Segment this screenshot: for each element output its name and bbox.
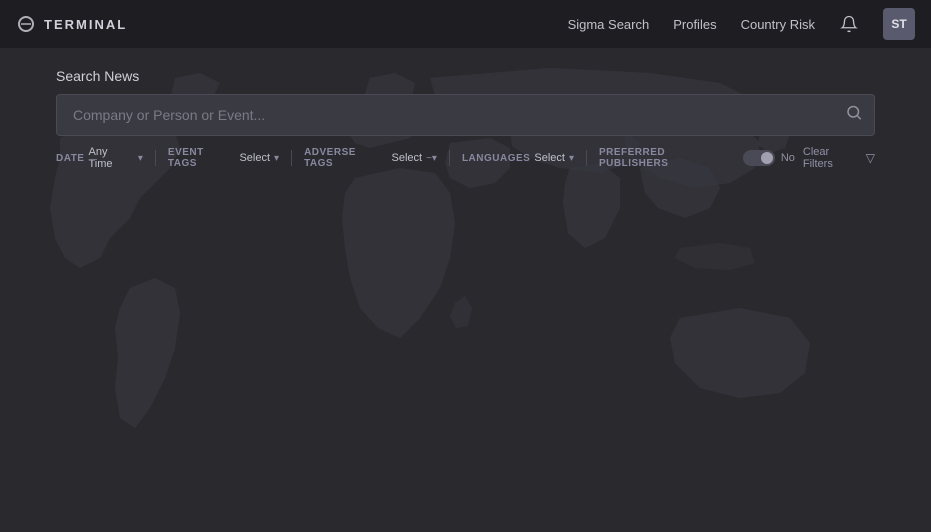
- toggle-knob: [761, 152, 773, 164]
- adverse-tags-filter[interactable]: ADVERSE TAGS Select ~▾: [304, 147, 437, 169]
- clear-filters-icon: ▽: [866, 151, 875, 165]
- nav-sigma-search[interactable]: Sigma Search: [568, 17, 650, 32]
- filter-sep-1: [155, 150, 156, 166]
- date-label: DATE: [56, 153, 84, 164]
- preferred-publishers-toggle[interactable]: [743, 150, 775, 166]
- search-title: Search News: [56, 68, 875, 84]
- navbar-left: TERMINAL: [16, 14, 127, 34]
- filter-sep-4: [586, 150, 587, 166]
- search-bar-wrapper: [56, 94, 875, 136]
- languages-filter[interactable]: LANGUAGES Select ▾: [462, 152, 574, 164]
- preferred-publishers-filter[interactable]: PREFERRED PUBLISHERS No: [599, 147, 795, 169]
- navbar-right: Sigma Search Profiles Country Risk ST: [568, 8, 915, 40]
- bell-icon[interactable]: [839, 14, 859, 34]
- filter-sep-3: [449, 150, 450, 166]
- adverse-tags-label: ADVERSE TAGS: [304, 147, 387, 169]
- main-content: Search News DATE Any Time ▾ EVENT TAGS S…: [0, 48, 931, 532]
- event-tags-value: Select: [239, 152, 270, 164]
- date-filter[interactable]: DATE Any Time ▾: [56, 146, 143, 170]
- navbar: TERMINAL Sigma Search Profiles Country R…: [0, 0, 931, 48]
- languages-label: LANGUAGES: [462, 153, 530, 164]
- search-section: Search News: [0, 48, 931, 136]
- clear-filters-label: Clear Filters: [803, 146, 862, 170]
- date-value: Any Time: [88, 146, 133, 170]
- adverse-tags-value: Select: [392, 152, 423, 164]
- languages-value: Select: [534, 152, 565, 164]
- nav-profiles[interactable]: Profiles: [673, 17, 716, 32]
- toggle-no-label: No: [781, 152, 795, 164]
- search-input[interactable]: [56, 94, 875, 136]
- logo-text: TERMINAL: [44, 17, 127, 32]
- clear-filters-button[interactable]: Clear Filters ▽: [803, 146, 875, 170]
- search-button[interactable]: [845, 104, 863, 127]
- filter-sep-2: [291, 150, 292, 166]
- event-tags-label: EVENT TAGS: [168, 147, 236, 169]
- date-chevron: ▾: [138, 153, 143, 164]
- event-tags-chevron: ▾: [274, 153, 279, 164]
- adverse-tags-chevron: ~▾: [426, 153, 437, 164]
- languages-chevron: ▾: [569, 153, 574, 164]
- nav-country-risk[interactable]: Country Risk: [741, 17, 815, 32]
- preferred-publishers-label: PREFERRED PUBLISHERS: [599, 147, 737, 169]
- logo-icon: [16, 14, 36, 34]
- avatar[interactable]: ST: [883, 8, 915, 40]
- event-tags-filter[interactable]: EVENT TAGS Select ▾: [168, 147, 279, 169]
- filter-bar: DATE Any Time ▾ EVENT TAGS Select ▾ ADVE…: [0, 136, 931, 170]
